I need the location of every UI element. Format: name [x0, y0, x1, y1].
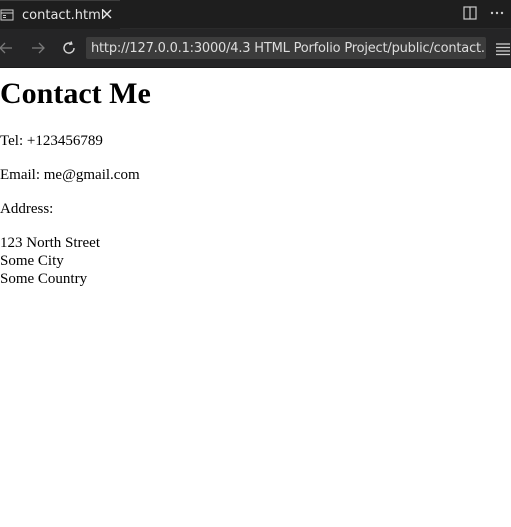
- arrow-left-icon[interactable]: [0, 40, 14, 56]
- tel-text: Tel: +123456789: [0, 133, 103, 149]
- url-text[interactable]: http://127.0.0.1:3000/4.3 HTML Porfolio …: [91, 41, 486, 56]
- tab-contact[interactable]: contact.html: [0, 0, 120, 29]
- split-editor-icon[interactable]: [462, 5, 478, 21]
- address-label: Address:: [0, 201, 54, 217]
- address-line-2: Some City: [0, 253, 64, 269]
- more-icon[interactable]: [489, 5, 505, 21]
- email-text: Email: me@gmail.com: [0, 167, 140, 183]
- url-bar[interactable]: http://127.0.0.1:3000/4.3 HTML Porfolio …: [86, 37, 486, 59]
- address-line-1: 123 North Street: [0, 235, 100, 251]
- address-line-3: Some Country: [0, 271, 88, 287]
- hamburger-menu-icon[interactable]: [495, 41, 511, 56]
- page-title: Contact Me: [0, 77, 151, 110]
- title-bar: contact.html: [0, 0, 511, 29]
- preview-icon: [0, 8, 14, 22]
- close-icon[interactable]: [100, 7, 114, 21]
- arrow-right-icon[interactable]: [30, 40, 46, 56]
- tab-label: contact.html: [22, 7, 105, 23]
- browser-toolbar: http://127.0.0.1:3000/4.3 HTML Porfolio …: [0, 29, 511, 68]
- reload-icon[interactable]: [61, 40, 77, 56]
